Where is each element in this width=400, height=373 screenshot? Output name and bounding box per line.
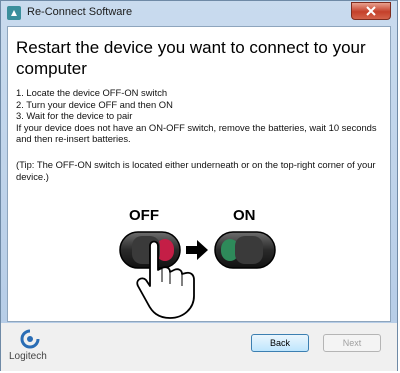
footer-bar: Logitech Back Next — [1, 323, 397, 371]
step-2: 2. Turn your device OFF and then ON — [16, 98, 173, 110]
step-3: 3. Wait for the device to pair — [16, 110, 133, 121]
arrow-right-icon — [186, 240, 208, 260]
title-bar[interactable]: Re-Connect Software — [1, 1, 397, 25]
on-switch-icon — [214, 231, 276, 269]
instruction-list: 1. Locate the device OFF-ON switch 2. Tu… — [16, 87, 384, 145]
step-1: 1. Locate the device OFF-ON switch — [16, 87, 168, 98]
reconnect-window: Re-Connect Software Restart the device y… — [0, 0, 398, 371]
page-heading: Restart the device you want to connect t… — [16, 38, 366, 78]
logitech-logo: Logitech — [9, 326, 59, 366]
logitech-logo-icon — [20, 329, 40, 349]
content-panel: Restart the device you want to connect t… — [7, 26, 391, 322]
logo-text: Logitech — [9, 351, 47, 362]
logitech-app-icon — [7, 6, 21, 20]
close-button[interactable] — [351, 2, 391, 20]
battery-note: If your device does not have an ON-OFF s… — [16, 121, 377, 145]
back-button[interactable]: Back — [251, 334, 309, 352]
switch-illustration — [119, 231, 276, 319]
next-button[interactable]: Next — [323, 334, 381, 352]
window-title: Re-Connect Software — [27, 6, 133, 18]
close-icon — [366, 6, 376, 16]
tip-text: (Tip: The OFF-ON switch is located eithe… — [16, 159, 376, 182]
